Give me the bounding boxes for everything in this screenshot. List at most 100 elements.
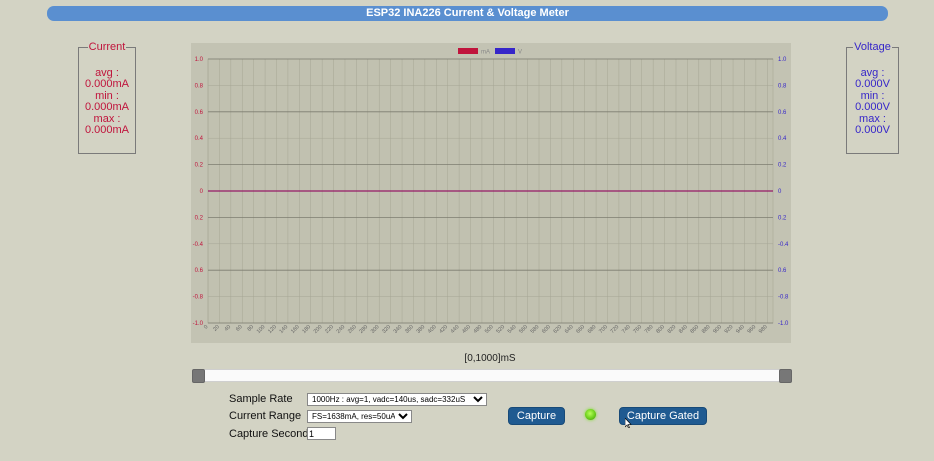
current-range-label: Current Range — [229, 410, 302, 422]
x-tick-label: 40 — [224, 324, 233, 333]
x-tick-label: 60 — [235, 324, 244, 333]
x-tick-label: 580 — [530, 324, 541, 335]
x-tick-label: 820 — [667, 324, 678, 335]
x-tick-label: 700 — [598, 324, 609, 335]
current-min-value: 0.000mA — [84, 101, 130, 113]
voltage-min-value: 0.000V — [855, 101, 890, 113]
y-right-tick-label: -0.4 — [778, 242, 789, 248]
voltage-max-value: 0.000V — [855, 124, 890, 136]
y-right-tick-label: 1.0 — [778, 57, 787, 63]
y-right-tick-label: 0.8 — [778, 83, 787, 89]
x-tick-label: 660 — [575, 324, 586, 335]
y-left-tick-label: 0.2 — [195, 163, 204, 169]
legend-label-v: V — [518, 50, 522, 56]
current-range-select[interactable]: FS=1638mA, res=50uA — [307, 410, 412, 423]
y-left-tick-label: -0.8 — [193, 295, 204, 301]
voltage-panel-legend: Voltage — [854, 41, 891, 53]
x-tick-label: 760 — [632, 324, 643, 335]
x-tick-label: 360 — [404, 324, 415, 335]
status-led-icon — [585, 409, 596, 420]
current-panel-legend: Current — [88, 41, 126, 53]
sample-rate-select[interactable]: 1000Hz : avg=1, vadc=140us, sadc=332uS — [307, 393, 487, 406]
y-left-tick-label: -0.4 — [193, 242, 204, 248]
voltage-panel: Voltage avg : 0.000V min : 0.000V max : … — [846, 41, 899, 154]
x-tick-label: 260 — [347, 324, 358, 335]
x-tick-label: 860 — [689, 324, 700, 335]
x-tick-label: 280 — [358, 324, 369, 335]
y-right-tick-label: 0 — [778, 189, 782, 195]
x-tick-label: 140 — [279, 324, 290, 335]
x-tick-label: 800 — [655, 324, 666, 335]
capture-seconds-input[interactable] — [307, 427, 336, 440]
x-tick-label: 520 — [495, 324, 506, 335]
legend-swatch-v — [495, 48, 515, 54]
y-left-tick-label: 0 — [200, 189, 204, 195]
x-tick-label: 220 — [324, 324, 335, 335]
range-min-handle[interactable] — [192, 369, 205, 383]
x-tick-label: 400 — [427, 324, 438, 335]
x-tick-label: 640 — [564, 324, 575, 335]
legend-label-ma: mA — [481, 50, 490, 56]
voltage-avg-value: 0.000V — [855, 78, 890, 90]
x-tick-label: 320 — [381, 324, 392, 335]
x-tick-label: 460 — [461, 324, 472, 335]
y-left-tick-label: 0.6 — [195, 110, 204, 116]
x-tick-label: 80 — [246, 324, 255, 333]
x-tick-label: 920 — [724, 324, 735, 335]
x-tick-label: 20 — [212, 324, 221, 333]
y-right-tick-label: 0.2 — [778, 163, 787, 169]
legend-swatch-ma — [458, 48, 478, 54]
x-tick-label: 440 — [450, 324, 461, 335]
y-right-tick-label: -0.8 — [778, 295, 789, 301]
x-tick-label: 420 — [438, 324, 449, 335]
y-left-tick-label: 0.2 — [195, 215, 204, 221]
mouse-cursor-icon — [625, 418, 632, 428]
current-voltage-chart: 1.0 1.0 0.8 0.8 0.6 0.6 0.4 0.4 0.2 0.2 0 0 0.2 0.2 -0… — [193, 48, 789, 335]
y-right-tick-label: 0.4 — [778, 136, 787, 142]
y-left-tick-label: 1.0 — [195, 57, 204, 63]
x-tick-label: 540 — [507, 324, 518, 335]
x-tick-label: 880 — [701, 324, 712, 335]
x-tick-label: 180 — [301, 324, 312, 335]
x-tick-label: 0 — [203, 324, 209, 330]
x-tick-label: 240 — [336, 324, 347, 335]
x-tick-label: 380 — [416, 324, 427, 335]
app-title: ESP32 INA226 Current & Voltage Meter — [47, 6, 888, 21]
x-tick-label: 340 — [393, 324, 404, 335]
y-left-tick-label: 0.8 — [195, 83, 204, 89]
y-right-tick-label: -1.0 — [778, 321, 789, 327]
x-tick-label: 620 — [553, 324, 564, 335]
x-tick-label: 480 — [473, 324, 484, 335]
x-tick-label: 600 — [541, 324, 552, 335]
x-tick-label: 500 — [484, 324, 495, 335]
x-tick-label: 200 — [313, 324, 324, 335]
time-range-label: [0,1000]mS — [464, 353, 516, 364]
sample-rate-label: Sample Rate — [229, 393, 293, 405]
y-right-tick-label: 0.6 — [778, 268, 787, 274]
x-tick-label: 980 — [758, 324, 769, 335]
y-right-tick-label: 0.6 — [778, 110, 787, 116]
current-avg-value: 0.000mA — [84, 78, 130, 90]
x-tick-label: 680 — [587, 324, 598, 335]
x-tick-label: 300 — [370, 324, 381, 335]
x-tick-label: 740 — [621, 324, 632, 335]
x-tick-label: 160 — [290, 324, 301, 335]
x-tick-label: 840 — [678, 324, 689, 335]
x-tick-label: 100 — [256, 324, 267, 335]
y-left-tick-label: 0.4 — [195, 136, 204, 142]
x-tick-label: 780 — [644, 324, 655, 335]
x-tick-label: 560 — [518, 324, 529, 335]
y-left-tick-label: 0.6 — [195, 268, 204, 274]
current-max-value: 0.000mA — [84, 124, 130, 136]
range-max-handle[interactable] — [779, 369, 792, 383]
time-range-slider[interactable] — [192, 369, 792, 383]
x-tick-label: 720 — [610, 324, 621, 335]
x-tick-label: 940 — [735, 324, 746, 335]
capture-seconds-label: Capture Seconds — [229, 428, 314, 440]
x-tick-label: 120 — [267, 324, 278, 335]
current-panel: Current avg : 0.000mA min : 0.000mA max … — [78, 41, 136, 154]
chart-container: 1.0 1.0 0.8 0.8 0.6 0.6 0.4 0.4 0.2 0.2 0 0 0.2 0.2 -0… — [191, 43, 791, 343]
x-tick-label: 900 — [712, 324, 723, 335]
capture-gated-button[interactable]: Capture Gated — [619, 407, 707, 425]
capture-button[interactable]: Capture — [508, 407, 565, 425]
